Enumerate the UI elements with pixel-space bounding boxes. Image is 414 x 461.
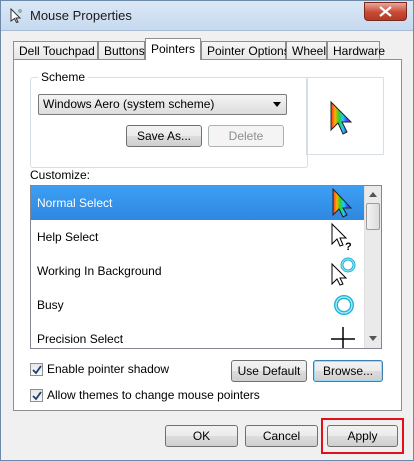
list-item-busy[interactable]: Busy bbox=[31, 288, 366, 322]
scheme-dropdown[interactable]: Windows Aero (system scheme) bbox=[38, 94, 287, 115]
customize-label: Customize: bbox=[30, 168, 91, 182]
scroll-up-icon[interactable] bbox=[369, 192, 377, 197]
enable-shadow-label: Enable pointer shadow bbox=[47, 362, 170, 376]
tab-pointer-options[interactable]: Pointer Options bbox=[201, 41, 290, 60]
apply-button[interactable]: Apply bbox=[327, 425, 398, 447]
list-item-label: Working In Background bbox=[37, 264, 162, 278]
list-item-label: Normal Select bbox=[37, 196, 113, 210]
list-item-label: Precision Select bbox=[37, 332, 124, 346]
tab-hardware[interactable]: Hardware bbox=[327, 41, 385, 60]
browse-button[interactable]: Browse... bbox=[313, 360, 383, 382]
scroll-down-icon[interactable] bbox=[369, 336, 377, 341]
chevron-down-icon bbox=[273, 102, 281, 107]
delete-button[interactable]: Delete bbox=[208, 125, 284, 147]
cursor-list[interactable]: Normal Select Help Select ? Working In B… bbox=[30, 185, 382, 349]
close-button[interactable] bbox=[364, 2, 407, 21]
scheme-group: Scheme Windows Aero (system scheme) Save… bbox=[30, 70, 308, 168]
allow-themes-label: Allow themes to change mouse pointers bbox=[47, 388, 260, 402]
tab-buttons[interactable]: Buttons bbox=[98, 41, 145, 60]
list-item-normal-select[interactable]: Normal Select bbox=[31, 186, 366, 220]
rainbow-arrow-cursor-icon bbox=[330, 100, 353, 135]
enable-shadow-checkbox[interactable] bbox=[30, 363, 43, 376]
ok-button[interactable]: OK bbox=[165, 425, 238, 447]
list-item-label: Busy bbox=[37, 298, 64, 312]
list-item-working-in-background[interactable]: Working In Background bbox=[31, 254, 366, 288]
svg-text:?: ? bbox=[345, 241, 352, 252]
list-item-help-select[interactable]: Help Select ? bbox=[31, 220, 366, 254]
help-cursor-icon: ? bbox=[331, 222, 352, 252]
close-icon bbox=[379, 6, 392, 17]
tab-pointers[interactable]: Pointers bbox=[145, 38, 201, 60]
list-scrollbar[interactable] bbox=[364, 186, 381, 348]
checkmark-icon bbox=[32, 365, 42, 375]
title-bar[interactable]: Mouse Properties bbox=[1, 1, 413, 31]
save-as-button[interactable]: Save As... bbox=[126, 125, 202, 147]
working-cursor-icon bbox=[331, 257, 356, 286]
window-title: Mouse Properties bbox=[30, 8, 132, 23]
mouse-properties-window: Mouse Properties Dell Touchpad Buttons P… bbox=[0, 0, 414, 461]
scheme-group-label: Scheme bbox=[38, 70, 89, 84]
scroll-thumb[interactable] bbox=[366, 203, 380, 230]
list-item-label: Help Select bbox=[37, 230, 99, 244]
allow-themes-checkbox[interactable] bbox=[30, 389, 43, 402]
list-item-precision-select[interactable]: Precision Select bbox=[31, 322, 366, 348]
mouse-properties-icon bbox=[10, 7, 22, 23]
busy-ring-icon bbox=[334, 295, 354, 315]
tab-wheel[interactable]: Wheel bbox=[286, 41, 327, 60]
checkmark-icon bbox=[32, 391, 42, 401]
cancel-button[interactable]: Cancel bbox=[245, 425, 318, 447]
crosshair-icon bbox=[331, 327, 355, 348]
use-default-button[interactable]: Use Default bbox=[231, 360, 307, 382]
cursor-preview bbox=[306, 77, 384, 155]
pointers-panel: Scheme Windows Aero (system scheme) Save… bbox=[13, 59, 402, 411]
tab-dell-touchpad[interactable]: Dell Touchpad bbox=[13, 41, 98, 60]
rainbow-arrow-cursor-icon bbox=[332, 188, 353, 218]
scheme-dropdown-value: Windows Aero (system scheme) bbox=[43, 97, 215, 111]
